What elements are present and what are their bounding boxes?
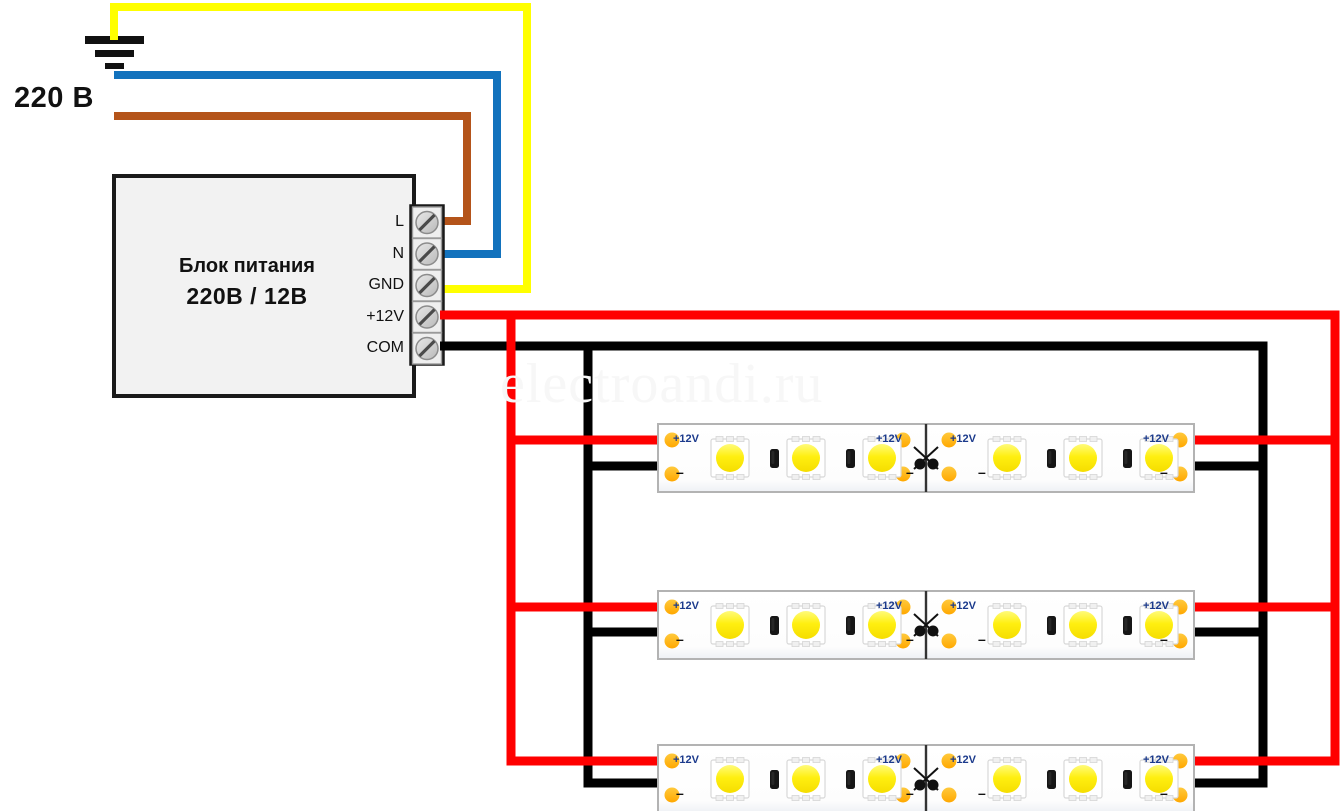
terminal-label-GND: GND [368, 276, 404, 293]
strip-bottom-label-plus-left: +12V [673, 754, 699, 766]
strip-top-label-minus-cut-a: – [906, 464, 914, 480]
strip-middle-label-minus-left: – [676, 631, 684, 647]
strip-top-label-plus-left: +12V [673, 433, 699, 445]
terminal-screw-N[interactable] [411, 237, 443, 271]
strip-middle-label-plus-left: +12V [673, 600, 699, 612]
led-strip-bottom[interactable] [657, 744, 1195, 811]
terminal-label-L: L [395, 213, 404, 230]
strip-top-label-minus-cut-b: – [978, 464, 986, 480]
strip-middle-label-minus-cut-a: – [906, 631, 914, 647]
strip-middle-label-minus-right: – [1160, 631, 1168, 647]
pad-minus-cut-b[interactable] [941, 787, 957, 803]
strip-middle-label-plus-cut-a: +12V [876, 600, 902, 612]
strip-bottom-label-plus-cut-a: +12V [876, 754, 902, 766]
strip-top-label-plus-cut-b: +12V [950, 433, 976, 445]
strip-middle-label-plus-cut-b: +12V [950, 600, 976, 612]
strip-bottom-label-minus-cut-a: – [906, 785, 914, 801]
led-strip-middle[interactable] [657, 590, 1195, 660]
ground-symbol-icon [85, 36, 144, 69]
strip-bottom-label-plus-right: +12V [1143, 754, 1169, 766]
strip-middle-label-plus-right: +12V [1143, 600, 1169, 612]
site-watermark: electroandi.ru [500, 353, 824, 415]
terminal-label-12V: +12V [366, 308, 404, 325]
terminal-screw-L[interactable] [411, 206, 443, 239]
terminal-screw-12V[interactable] [411, 300, 443, 334]
strip-bottom-label-minus-cut-b: – [978, 785, 986, 801]
terminal-label-COM: COM [366, 339, 404, 356]
strip-top-label-minus-right: – [1160, 464, 1168, 480]
strip-top-label-plus-right: +12V [1143, 433, 1169, 445]
strip-top-label-plus-cut-a: +12V [876, 433, 902, 445]
strip-bottom-label-minus-right: – [1160, 785, 1168, 801]
strip-middle-label-minus-cut-b: – [978, 631, 986, 647]
terminal-screw-GND[interactable] [411, 269, 443, 302]
pad-minus-cut-b[interactable] [941, 466, 957, 482]
diagram-canvas: electroandi.ru 220 В Блок питания 220В /… [0, 0, 1342, 811]
strip-bottom-label-plus-cut-b: +12V [950, 754, 976, 766]
pad-minus-cut-b[interactable] [941, 633, 957, 649]
strip-bottom-label-minus-left: – [676, 785, 684, 801]
strip-top-label-minus-left: – [676, 464, 684, 480]
led-strip-top[interactable] [657, 423, 1195, 493]
mains-voltage-label: 220 В [14, 82, 94, 114]
terminal-screw-COM[interactable] [411, 332, 443, 365]
terminal-label-N: N [392, 245, 404, 262]
terminal-screws-group[interactable] [411, 206, 443, 365]
